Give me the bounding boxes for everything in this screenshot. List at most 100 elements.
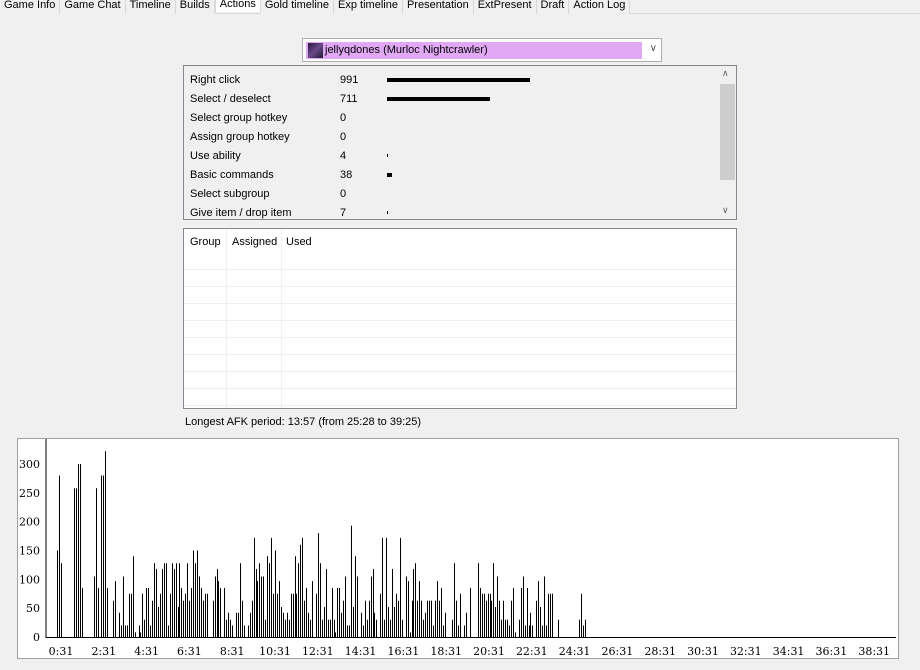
bar [373,568,374,637]
bar [263,576,264,637]
bar [300,544,301,637]
bar [215,576,216,637]
bar [482,593,483,637]
bar [220,587,221,637]
column-header-group[interactable]: Group [190,236,221,248]
bar [242,600,243,637]
action-row[interactable]: Give item / drop item 7 [190,203,720,222]
bar [371,576,372,637]
column-header-used[interactable]: Used [286,236,312,248]
bar [353,607,354,637]
bar [392,568,393,637]
bar [148,587,149,637]
tab-game-chat[interactable]: Game Chat [60,0,126,14]
tab-builds[interactable]: Builds [175,0,215,14]
bar [113,600,114,637]
row-divider [184,388,736,389]
bar [363,625,364,637]
tab-extpresent[interactable]: ExtPresent [473,0,537,14]
bar [267,556,268,637]
bar [289,619,290,637]
action-row[interactable]: Right click 991 [190,70,720,89]
bar [519,619,520,637]
tab-exp-timeline[interactable]: Exp timeline [334,0,403,14]
bar [133,556,134,637]
bar [326,568,327,637]
bar [279,581,280,637]
scrollbar-thumb[interactable] [720,84,735,180]
action-row[interactable]: Select subgroup 0 [190,184,720,203]
bar [285,619,286,637]
bar [343,600,344,637]
chevron-down-icon[interactable]: ∨ [650,43,657,54]
bar [308,612,309,637]
bar [458,625,459,637]
bar [367,619,368,637]
tab-timeline[interactable]: Timeline [125,0,176,14]
bar [240,563,241,637]
scroll-up-icon[interactable]: ∧ [722,68,729,79]
player-select-value: jellyqdones (Murloc Nightcrawler) [306,42,642,59]
action-row[interactable]: Select group hotkey 0 [190,108,720,127]
bar [398,600,399,637]
bar [433,625,434,637]
bar [484,593,485,637]
x-tick-label: 28:31 [644,645,676,658]
bar [105,451,106,637]
bar [583,625,584,637]
bar [189,600,190,637]
action-label: Right click [190,74,241,86]
bar [361,612,362,637]
x-tick-label: 34:31 [773,645,805,658]
bar [523,576,524,637]
column-header-assigned[interactable]: Assigned [232,236,277,248]
bar [254,537,255,637]
actions-per-time-chart: 0 50 100 150 200 250 300 0:31 2:31 4:31 6:31 8:31 10… [17,438,899,659]
bar [488,593,489,637]
tab-presentation[interactable]: Presentation [402,0,474,14]
x-tick-label: 26:31 [602,645,634,658]
action-bar [387,97,490,101]
tab-bar: Game Info Game Chat Timeline Builds Actions G… [0,0,920,14]
bar [316,593,317,637]
action-label: Select / deselect [190,93,271,105]
y-tick-label: 0 [33,631,40,644]
bar [166,563,167,637]
action-count: 0 [340,112,347,124]
bar [431,600,432,637]
bar [201,587,202,637]
bar [509,625,510,637]
x-tick-label: 4:31 [134,645,159,658]
bar [142,593,143,637]
tab-game-info[interactable]: Game Info [0,0,61,14]
bar [384,619,385,637]
x-tick-label: 12:31 [302,645,334,658]
bar [259,563,260,637]
bar [293,593,294,637]
bar [437,581,438,637]
tab-gold-timeline[interactable]: Gold timeline [260,0,335,14]
tab-draft[interactable]: Draft [536,0,570,14]
action-row[interactable]: Use ability 4 [190,146,720,165]
bar [205,593,206,637]
bar [332,587,333,637]
action-row[interactable]: Select / deselect 711 [190,89,720,108]
bar [174,568,175,637]
scroll-down-icon[interactable]: ∨ [722,205,729,216]
bar [501,619,502,637]
bar [456,600,457,637]
row-divider [184,320,736,321]
bar [250,612,251,637]
bar [552,593,553,637]
bar [497,576,498,637]
action-row[interactable]: Assign group hotkey 0 [190,127,720,146]
bar [125,625,126,637]
bar [324,607,325,637]
vertical-scrollbar[interactable]: ∧ ∨ [719,66,736,219]
bar [302,537,303,637]
tab-actions[interactable]: Actions [214,0,261,12]
bar [80,464,81,637]
action-row[interactable]: Basic commands 38 [190,165,720,184]
tab-action-log[interactable]: Action Log [569,0,631,14]
player-select-dropdown[interactable]: jellyqdones (Murloc Nightcrawler) ∨ [302,38,662,62]
